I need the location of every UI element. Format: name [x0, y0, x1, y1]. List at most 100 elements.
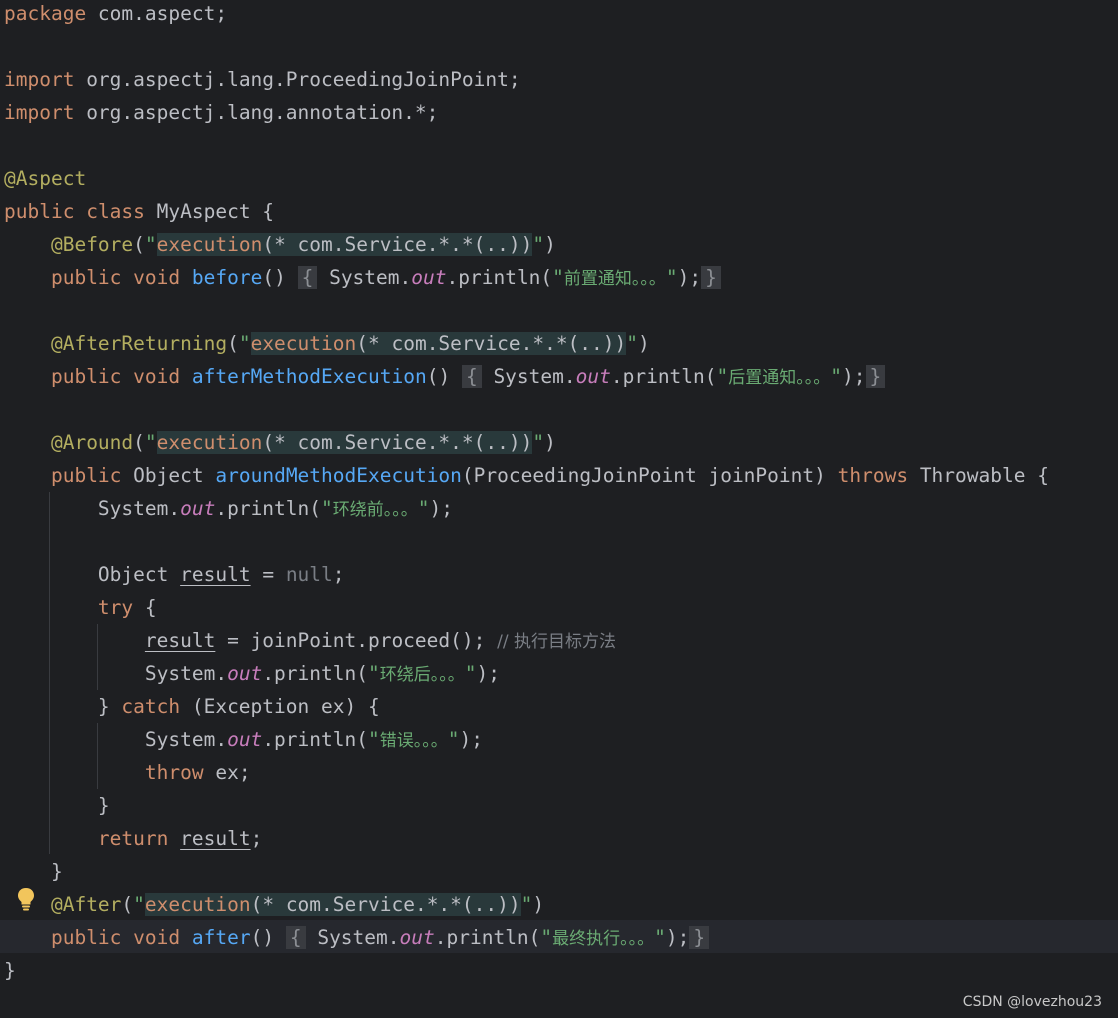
code-line[interactable]: public Object aroundMethodExecution(Proc…	[4, 462, 1049, 495]
static-field: out	[399, 926, 435, 949]
variable: ex;	[203, 761, 251, 784]
keyword: package	[4, 2, 87, 25]
code-line[interactable]: Object result = null;	[4, 561, 345, 594]
code-line[interactable]: System.out.println("错误。。。");	[4, 726, 483, 759]
code-line[interactable]: @Before("execution(* com.Service.*.*(..)…	[4, 231, 556, 264]
keyword: null	[285, 563, 333, 586]
string-literal: 最终执行。。。	[552, 929, 655, 949]
method-name: after	[191, 926, 251, 949]
lightbulb-icon[interactable]	[15, 886, 37, 912]
code-line[interactable]: return result;	[4, 825, 262, 858]
import-path: org.aspectj.lang.annotation.*;	[74, 101, 439, 124]
comment: // 执行目标方法	[497, 632, 616, 652]
method-call: .println(	[262, 728, 368, 751]
pointcut-expression: (* com.Service.*.*(..))	[262, 233, 533, 256]
keyword: public	[50, 926, 122, 949]
class-ref: System.	[144, 728, 228, 751]
pointcut-designator: execution	[250, 332, 357, 355]
static-field: out	[227, 728, 263, 751]
keyword: public	[50, 266, 122, 289]
keyword: void	[133, 926, 181, 949]
code-line[interactable]: import org.aspectj.lang.annotation.*;	[4, 99, 438, 132]
code-line[interactable]: @Aspect	[4, 165, 86, 198]
code-line[interactable]: }	[4, 792, 110, 825]
code-line[interactable]: } catch (Exception ex) {	[4, 693, 380, 726]
method-call: .println(	[610, 365, 717, 388]
fold-brace[interactable]: {	[297, 266, 318, 289]
type-name: Object	[97, 563, 169, 586]
code-line[interactable]: try {	[4, 594, 157, 627]
keyword: public	[50, 464, 122, 487]
code-line[interactable]: @AfterReturning("execution(* com.Service…	[4, 330, 650, 363]
params: (Exception ex) {	[180, 695, 380, 718]
watermark: CSDN @lovezhou23	[962, 994, 1102, 1010]
string-literal: 后置通知。。。	[728, 368, 831, 388]
variable: result	[180, 827, 251, 850]
import-path: org.aspectj.lang.ProceedingJoinPoint;	[74, 68, 521, 91]
keyword: throw	[144, 761, 204, 784]
pointcut-expression: (* com.Service.*.*(..))	[250, 893, 521, 916]
params: ()	[262, 266, 286, 289]
code-line[interactable]: public void before() { System.out.printl…	[4, 264, 721, 297]
class-ref: System.	[493, 365, 576, 388]
method-call: .println(	[262, 662, 368, 685]
code-line[interactable]: @After("execution(* com.Service.*.*(..))…	[4, 891, 544, 924]
keyword: try	[97, 596, 134, 619]
fold-brace[interactable]: }	[865, 365, 886, 388]
keyword: class	[86, 200, 145, 223]
pointcut-designator: execution	[156, 233, 263, 256]
keyword: catch	[121, 695, 181, 718]
keyword: import	[4, 68, 75, 91]
fold-brace[interactable]: {	[461, 365, 482, 388]
code-line[interactable]: System.out.println("环绕后。。。");	[4, 660, 500, 693]
method-name: aroundMethodExecution	[215, 464, 462, 487]
type-name: Throwable {	[908, 464, 1049, 487]
code-line[interactable]: public void afterMethodExecution() { Sys…	[4, 363, 886, 396]
class-ref: System.	[329, 266, 412, 289]
method-call: .println(	[434, 926, 541, 949]
code-line[interactable]: @Around("execution(* com.Service.*.*(..)…	[4, 429, 556, 462]
annotation: @Around	[50, 431, 134, 454]
keyword: throws	[837, 464, 909, 487]
keyword: return	[97, 827, 169, 850]
method-call: .println(	[215, 497, 322, 520]
package-name: com.aspect;	[86, 2, 228, 25]
type-name: Object	[133, 464, 204, 487]
code-line[interactable]: throw ex;	[4, 759, 251, 792]
annotation: @Before	[50, 233, 134, 256]
variable: result	[180, 563, 251, 586]
params: ()	[426, 365, 451, 388]
class-name: MyAspect {	[144, 200, 275, 223]
keyword: public	[50, 365, 122, 388]
method-call: = joinPoint.proceed();	[215, 629, 486, 652]
method-name: afterMethodExecution	[191, 365, 427, 388]
code-line[interactable]: System.out.println("环绕前。。。");	[4, 495, 453, 528]
fold-brace[interactable]: }	[689, 926, 710, 949]
class-ref: System.	[97, 497, 181, 520]
string-literal: 环绕后。。。	[379, 665, 465, 685]
method-name: before	[191, 266, 263, 289]
code-editor[interactable]: package com.aspect; import org.aspectj.l…	[0, 0, 1118, 1018]
annotation: @AfterReturning	[50, 332, 228, 355]
code-line[interactable]: public class MyAspect {	[4, 198, 274, 231]
code-line[interactable]: }	[4, 957, 16, 990]
code-line[interactable]: import org.aspectj.lang.ProceedingJoinPo…	[4, 66, 521, 99]
fold-brace[interactable]: }	[701, 266, 721, 289]
class-ref: System.	[317, 926, 400, 949]
pointcut-designator: execution	[144, 893, 251, 916]
keyword: public	[4, 200, 75, 223]
params: ()	[250, 926, 275, 949]
annotation: @Aspect	[4, 167, 87, 190]
static-field: out	[180, 497, 216, 520]
params: (ProceedingJoinPoint joinPoint)	[461, 464, 826, 487]
method-call: .println(	[446, 266, 553, 289]
pointcut-expression: (* com.Service.*.*(..))	[356, 332, 627, 355]
string-literal: 前置通知。。。	[563, 269, 666, 289]
fold-brace[interactable]: {	[285, 926, 306, 949]
code-line[interactable]: public void after() { System.out.println…	[4, 924, 710, 957]
string-literal: 环绕前。。。	[332, 500, 418, 520]
code-line[interactable]: package com.aspect;	[4, 0, 227, 33]
code-line[interactable]: result = joinPoint.proceed(); // 执行目标方法	[4, 627, 616, 660]
pointcut-expression: (* com.Service.*.*(..))	[262, 431, 533, 454]
pointcut-designator: execution	[156, 431, 263, 454]
